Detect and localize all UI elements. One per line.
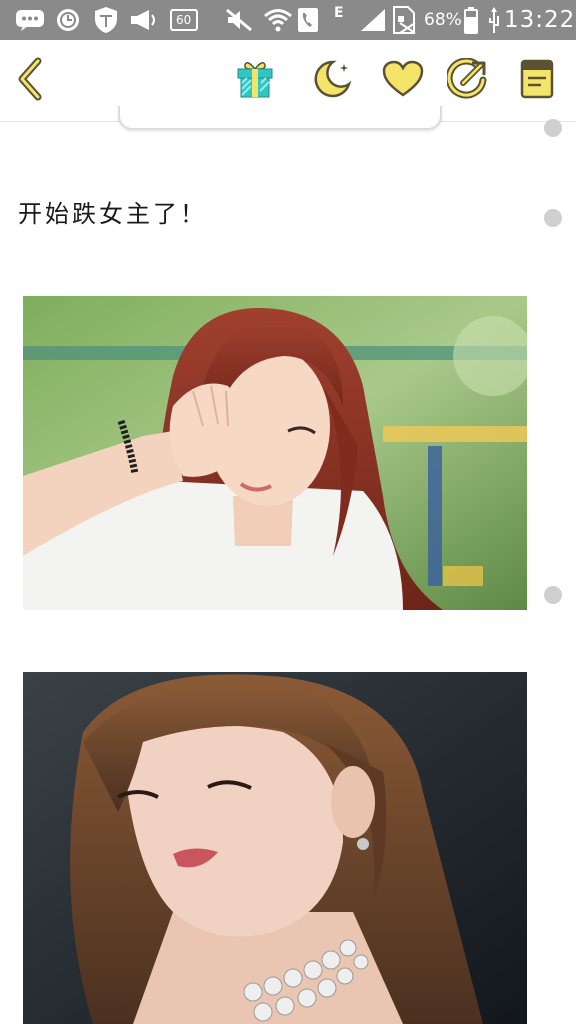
notebook-button[interactable] (507, 40, 567, 122)
battery-percent: 68% (424, 10, 462, 30)
scroll-dot[interactable] (544, 209, 562, 227)
shield-icon (92, 0, 120, 40)
previous-card-edge (118, 106, 442, 130)
network-type: E (334, 5, 344, 21)
scroll-dot[interactable] (544, 119, 562, 137)
back-button[interactable] (0, 40, 60, 122)
photo-2[interactable] (23, 672, 527, 1024)
megaphone-icon (128, 0, 160, 40)
notebook-icon (519, 58, 555, 104)
share-icon (445, 57, 489, 104)
chat-bubble-icon (14, 0, 46, 40)
mute-icon (224, 0, 254, 40)
call-icon (296, 0, 320, 40)
speed-value: 60 (176, 13, 192, 27)
gift-icon (235, 59, 275, 103)
battery-icon (462, 0, 480, 40)
photo-1[interactable] (23, 296, 527, 610)
signal-icon (358, 0, 388, 40)
status-bar: 60 E 68% 13:22 (0, 0, 576, 40)
scroll-dot[interactable] (544, 586, 562, 604)
post-text: 开始跌女主了！ (18, 200, 207, 228)
wifi-icon (262, 0, 294, 40)
moon-icon (311, 58, 353, 104)
clock-badge-icon (54, 0, 82, 40)
back-chevron-icon (10, 55, 50, 107)
usb-icon (486, 0, 502, 40)
no-sim-icon (390, 0, 418, 40)
clock-time: 13:22 (504, 7, 576, 33)
share-button[interactable] (438, 40, 498, 122)
heart-icon (382, 60, 424, 102)
